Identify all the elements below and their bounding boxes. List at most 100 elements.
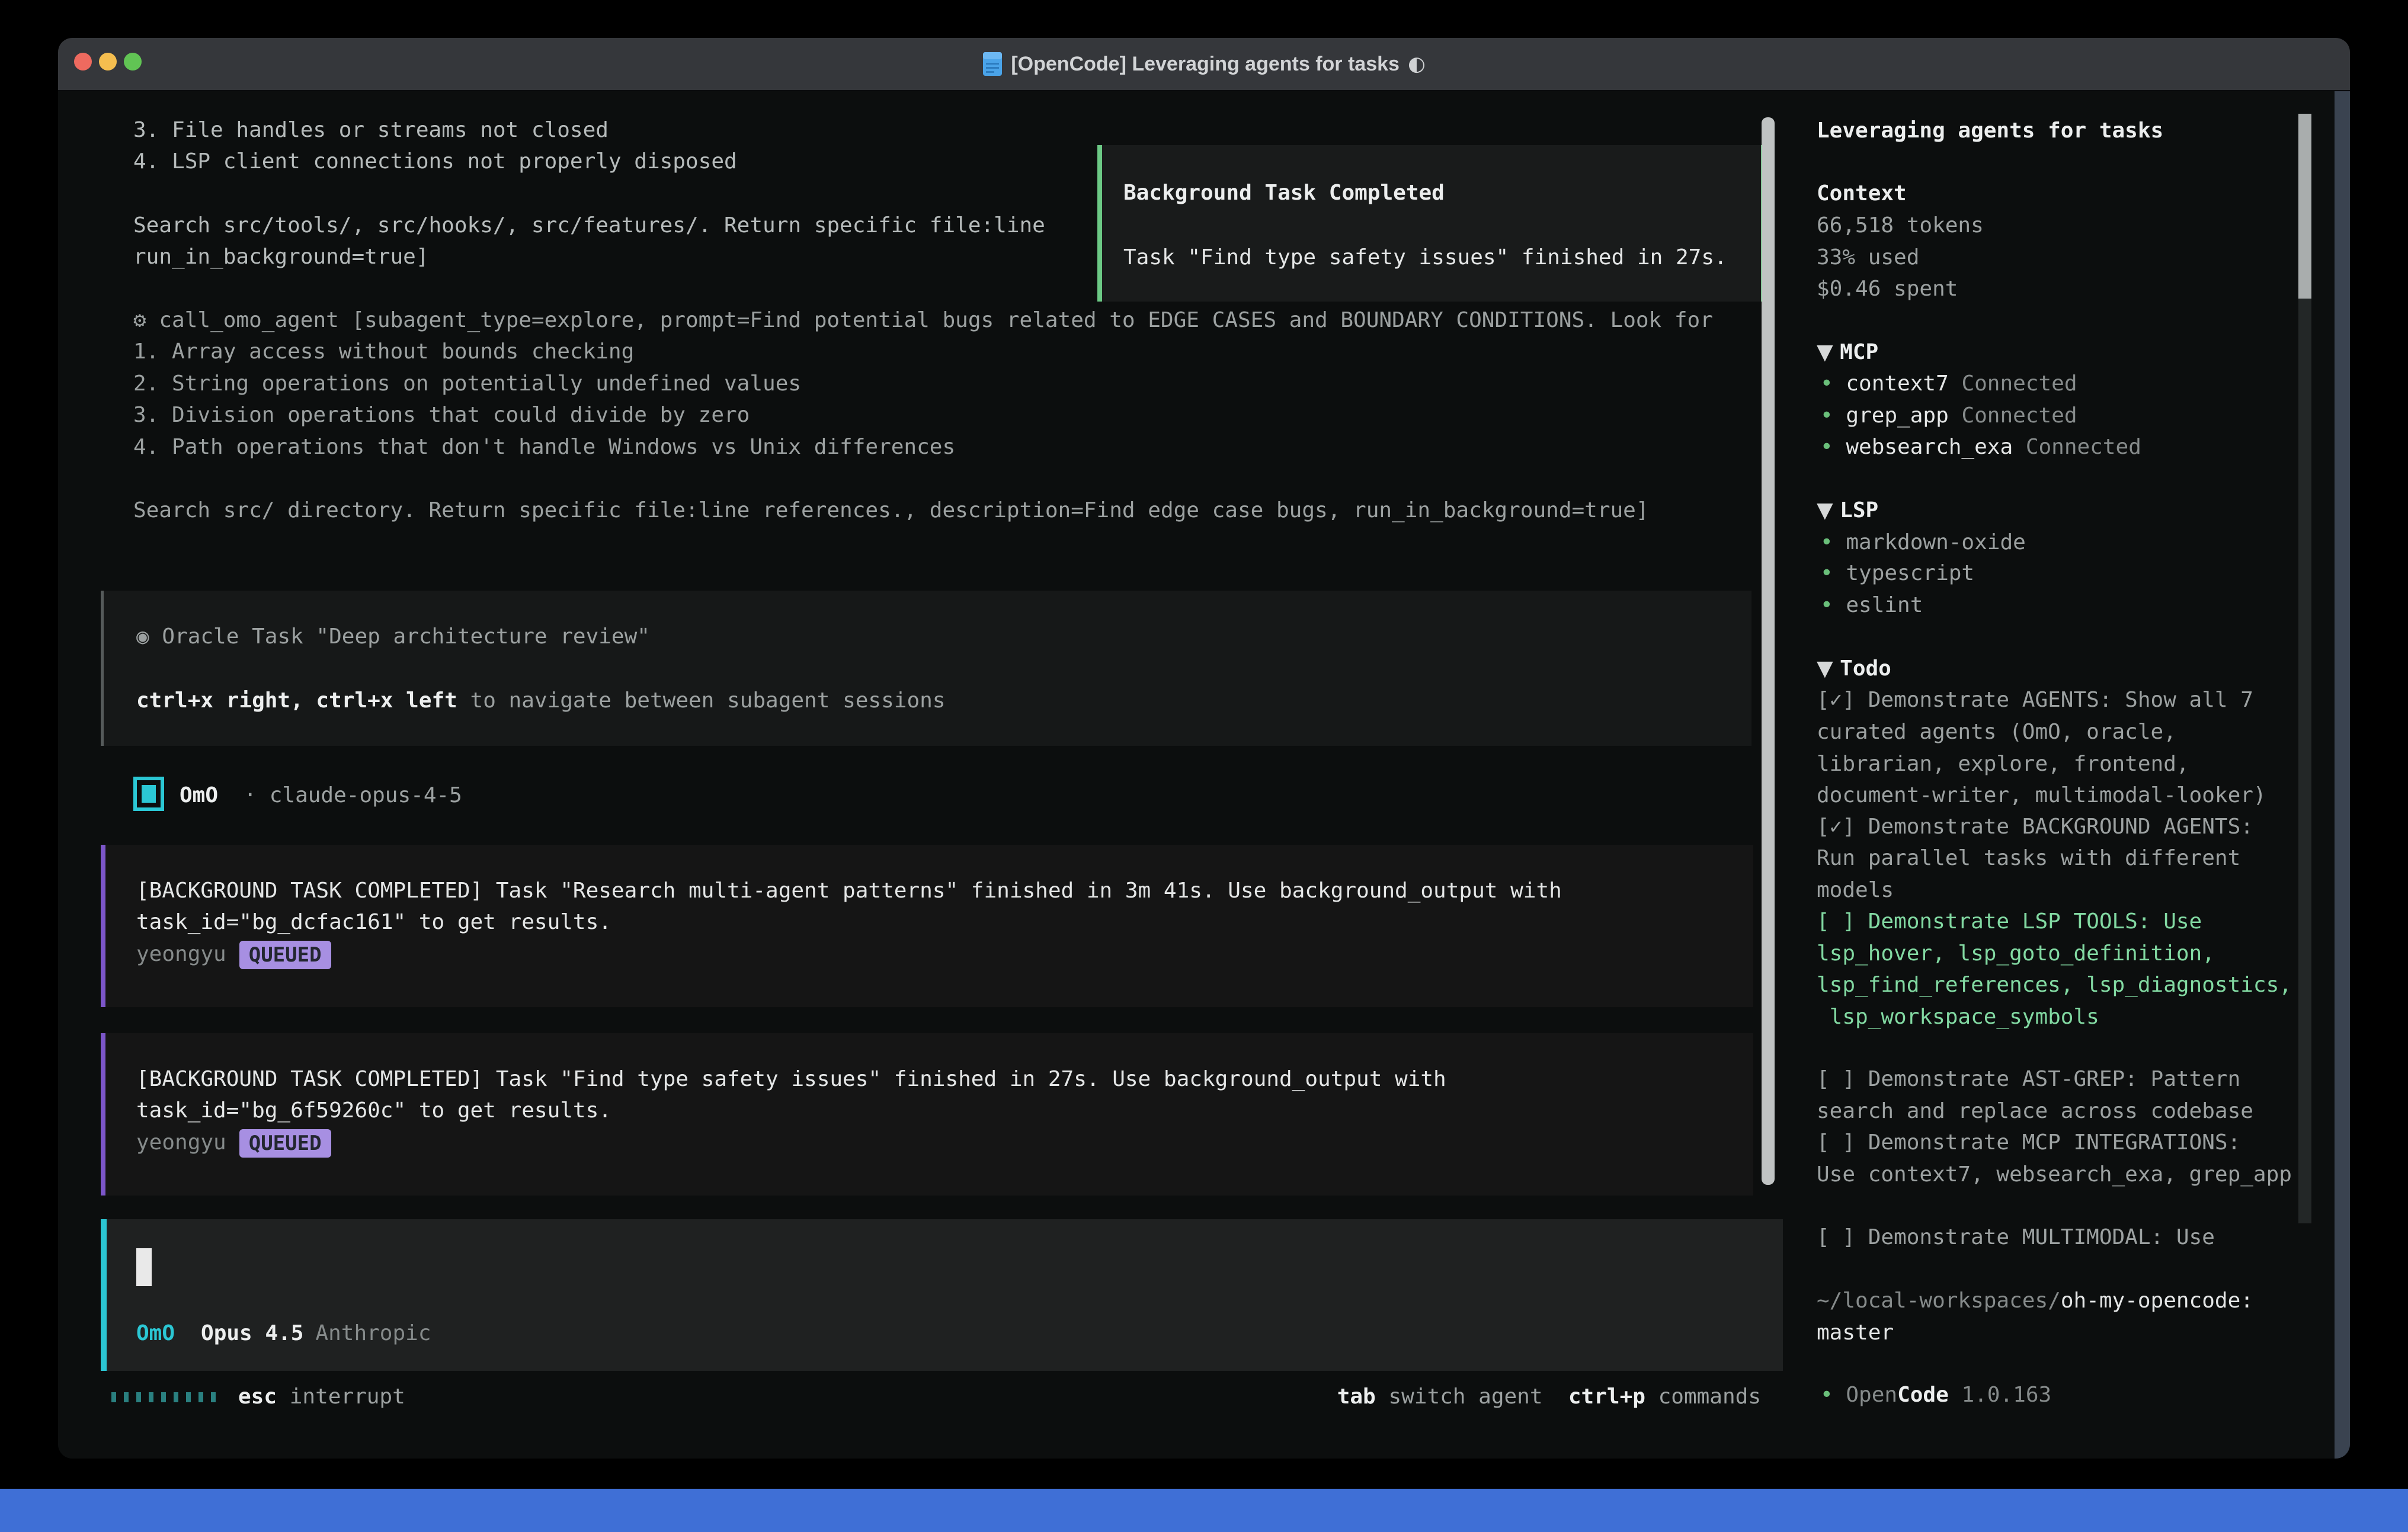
notification-body: Task "Find type safety issues" finished … xyxy=(1123,242,1727,274)
task-result-card: [BACKGROUND TASK COMPLETED] Task "Resear… xyxy=(101,845,1753,1007)
task-user: yeongyu xyxy=(136,1130,226,1155)
task-result-meta: yeongyu QUEUED xyxy=(136,938,331,970)
zoom-button[interactable] xyxy=(124,53,142,70)
git-branch: master xyxy=(1817,1317,1894,1349)
lsp-item: • markdown-oxide xyxy=(1820,527,2026,559)
chevron-down-icon: ▼ xyxy=(1817,656,1840,681)
window-title-text: [OpenCode] Leveraging agents for tasks xyxy=(1011,53,1400,76)
session-title: Leveraging agents for tasks xyxy=(1817,115,2163,147)
todo-line-active: [ ] Demonstrate LSP TOOLS: Use xyxy=(1817,906,2202,938)
transcript-line: 3. File handles or streams not closed xyxy=(133,114,609,146)
agent-model: · claude-opus-4-5 xyxy=(244,783,462,807)
status-dot-icon: • xyxy=(1820,561,1846,585)
oracle-task-panel: ◉ Oracle Task "Deep architecture review"… xyxy=(101,591,1751,746)
transcript-line: run_in_background=true] xyxy=(133,241,429,273)
input-provider-name: Anthropic xyxy=(315,1321,431,1345)
app-version: • OpenCode 1.0.163 xyxy=(1820,1379,2051,1411)
todo-line-pending: [ ] Demonstrate AST-GREP: Pattern xyxy=(1817,1063,2240,1095)
queued-badge: QUEUED xyxy=(239,1129,331,1158)
todo-line-done: librarian, explore, frontend, xyxy=(1817,748,2189,780)
context-header: Context xyxy=(1817,178,1907,210)
desktop-bottom-bar xyxy=(0,1489,2408,1532)
shortcut-keys: ctrl+x right, ctrl+x left xyxy=(136,688,457,713)
mcp-name: grep_app xyxy=(1846,403,1948,428)
lsp-name: typescript xyxy=(1846,561,1974,585)
input-model-name: Opus 4.5 xyxy=(201,1321,303,1345)
oracle-task-hint: ctrl+x right, ctrl+x left to navigate be… xyxy=(136,685,945,717)
mcp-name: websearch_exa xyxy=(1846,435,2013,459)
status-dot-icon: • xyxy=(1820,530,1846,555)
todo-line-pending: Use context7, websearch_exa, grep_app xyxy=(1817,1159,2292,1191)
terminal-window: [OpenCode] Leveraging agents for tasks ◐… xyxy=(58,38,2350,1459)
close-button[interactable] xyxy=(74,53,92,70)
todo-line-done: Run parallel tasks with different xyxy=(1817,842,2240,874)
todo-line-done: [✓] Demonstrate AGENTS: Show all 7 xyxy=(1817,684,2253,716)
tool-call-line: 4. Path operations that don't handle Win… xyxy=(133,431,955,463)
tab-key-hint: tab xyxy=(1337,1384,1376,1409)
task-result-line1: [BACKGROUND TASK COMPLETED] Task "Resear… xyxy=(136,875,1562,907)
task-user: yeongyu xyxy=(136,942,226,966)
statusbar-left: esc interrupt xyxy=(238,1381,405,1413)
main-scrollbar-thumb[interactable] xyxy=(1762,117,1775,1185)
shortcut-hint: to navigate between subagent sessions xyxy=(457,688,946,713)
todo-section-header[interactable]: ▼ Todo xyxy=(1817,653,1891,685)
todo-line-done: [✓] Demonstrate BACKGROUND AGENTS: xyxy=(1817,811,2253,843)
todo-line-pending: [ ] Demonstrate MULTIMODAL: Use xyxy=(1817,1222,2215,1254)
mcp-item: • grep_app Connected xyxy=(1820,400,2077,432)
todo-line-done: models xyxy=(1817,874,1894,906)
tool-call-text: call_omo_agent [subagent_type=explore, p… xyxy=(159,308,1713,332)
tab-key-label: switch agent xyxy=(1388,1384,1542,1409)
mcp-item: • websearch_exa Connected xyxy=(1820,431,2141,463)
sidebar-scrollbar-thumb[interactable] xyxy=(2298,114,2311,299)
task-result-line2: task_id="bg_6f59260c" to get results. xyxy=(136,1095,611,1127)
todo-line-pending: search and replace across codebase xyxy=(1817,1095,2253,1127)
statusbar-right: tab switch agent ctrl+p commands xyxy=(1337,1381,1761,1413)
input-agent-name: OmO xyxy=(136,1321,175,1345)
queued-badge: QUEUED xyxy=(239,941,331,969)
window-title: [OpenCode] Leveraging agents for tasks ◐ xyxy=(982,52,1425,76)
lsp-item: • typescript xyxy=(1820,557,1974,589)
workspace-path-em: oh-my-opencode: xyxy=(2061,1289,2253,1313)
todo-line-done: document-writer, multimodal-looker) xyxy=(1817,780,2266,812)
mcp-status: Connected xyxy=(2026,435,2141,459)
background-task-notification: Background Task Completed Task "Find typ… xyxy=(1097,145,1766,302)
agent-header: OmO · claude-opus-4-5 xyxy=(133,779,462,811)
mcp-status: Connected xyxy=(1961,403,2077,428)
document-icon xyxy=(982,52,1003,76)
window-scrollbar-strip[interactable] xyxy=(2335,91,2350,1459)
chevron-down-icon: ▼ xyxy=(1817,498,1840,523)
todo-line-pending: [ ] Demonstrate MCP INTEGRATIONS: xyxy=(1817,1127,2240,1159)
mcp-section-header[interactable]: ▼ MCP xyxy=(1817,336,1878,368)
task-result-line2: task_id="bg_dcfac161" to get results. xyxy=(136,906,611,938)
lsp-section-header[interactable]: ▼ LSP xyxy=(1817,495,1878,527)
minimize-button[interactable] xyxy=(99,53,117,70)
esc-key-hint: esc xyxy=(238,1384,277,1409)
esc-key-label: interrupt xyxy=(290,1384,405,1409)
context-spent: $0.46 spent xyxy=(1817,273,1958,305)
spinner-dots xyxy=(111,1381,216,1413)
status-dot-icon: • xyxy=(1820,593,1846,617)
mcp-name: context7 xyxy=(1846,371,1948,396)
tool-call-line: 1. Array access without bounds checking xyxy=(133,336,634,368)
text-cursor xyxy=(136,1248,152,1286)
oracle-task-title: ◉ Oracle Task "Deep architecture review" xyxy=(136,621,650,653)
workspace-path-dim: ~/local-workspaces/ xyxy=(1817,1289,2061,1313)
notification-title: Background Task Completed xyxy=(1123,177,1445,209)
lsp-item: • eslint xyxy=(1820,589,1923,621)
titlebar[interactable]: [OpenCode] Leveraging agents for tasks ◐ xyxy=(58,38,2350,91)
status-dot-icon: • xyxy=(1820,1383,1846,1407)
lsp-name: eslint xyxy=(1846,593,1923,617)
task-result-card: [BACKGROUND TASK COMPLETED] Task "Find t… xyxy=(101,1033,1753,1196)
status-dot-icon: • xyxy=(1820,403,1846,428)
input-model-row: OmO Opus 4.5 Anthropic xyxy=(136,1318,431,1350)
context-used: 33% used xyxy=(1817,242,1919,274)
todo-line-done: curated agents (OmO, oracle, xyxy=(1817,716,2176,748)
tool-call-line: Search src/ directory. Return specific f… xyxy=(133,495,1649,527)
transcript-line: 4. LSP client connections not properly d… xyxy=(133,146,737,178)
transcript-line: Search src/tools/, src/hooks/, src/featu… xyxy=(133,210,1045,242)
task-result-meta: yeongyu QUEUED xyxy=(136,1127,331,1159)
prompt-input[interactable]: OmO Opus 4.5 Anthropic xyxy=(101,1219,1783,1371)
mcp-status: Connected xyxy=(1961,371,2077,396)
todo-line-active: lsp_hover, lsp_goto_definition, xyxy=(1817,938,2215,970)
status-dot-icon: • xyxy=(1820,371,1846,396)
